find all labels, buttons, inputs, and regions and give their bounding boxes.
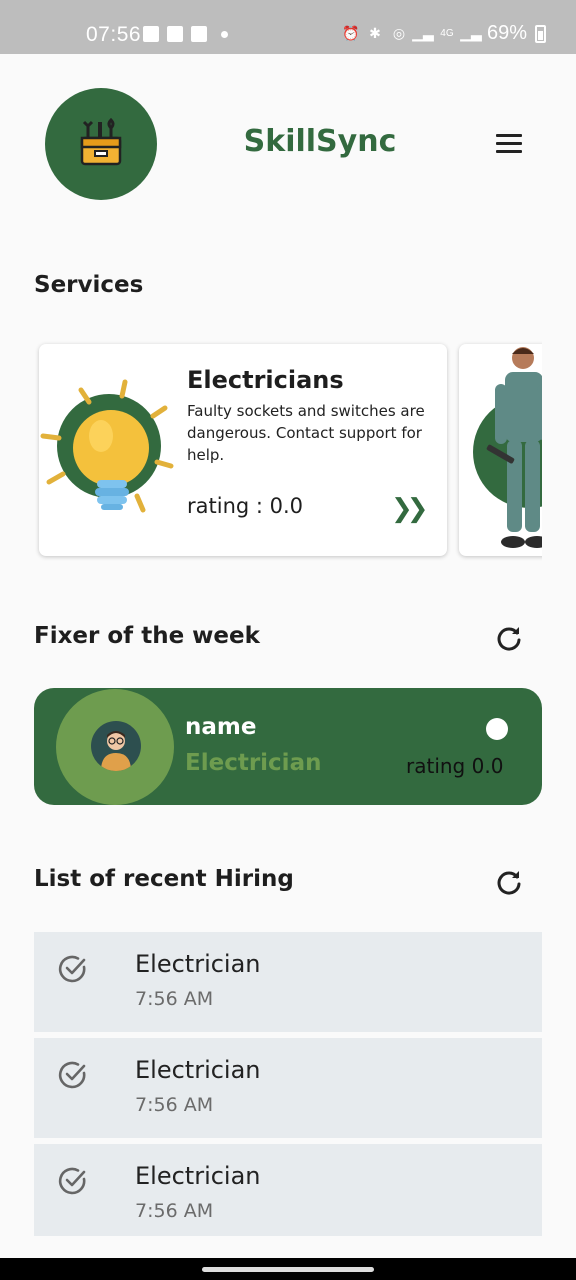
service-name: Electricians <box>187 366 344 394</box>
app-logo <box>45 88 157 200</box>
alarm-icon: ⏰ <box>342 25 360 41</box>
service-card-mechanic[interactable] <box>459 344 542 556</box>
refresh-icon[interactable] <box>495 868 523 896</box>
fixer-of-week-card[interactable]: name Electrician rating 0.0 <box>34 688 542 805</box>
app-notification-icon <box>191 26 207 42</box>
service-card-electricians[interactable]: Electricians Faulty sockets and switches… <box>39 344 447 556</box>
hotspot-icon: ◎ <box>392 25 406 41</box>
hire-title: Electrician <box>135 950 261 978</box>
recent-hiring-title: List of recent Hiring <box>34 866 294 892</box>
person-avatar-icon <box>101 731 131 771</box>
list-item[interactable]: Electrician 7:56 AM <box>34 1038 542 1138</box>
more-notifications-icon <box>221 30 228 38</box>
notification-icons <box>143 26 228 42</box>
fixer-title: Fixer of the week <box>34 623 260 649</box>
system-icons: ⏰ ✱ ◎ ▁▃ 4G ▁▃ 69% <box>342 22 546 45</box>
avatar <box>91 721 141 771</box>
hamburger-menu-icon[interactable] <box>496 134 522 154</box>
battery-percentage: 69% <box>486 22 527 44</box>
check-circle-icon <box>58 1167 86 1195</box>
battery-icon <box>535 24 546 43</box>
hire-time: 7:56 AM <box>135 1094 214 1116</box>
app-title: SkillSync <box>243 124 397 159</box>
check-circle-icon <box>58 955 86 983</box>
service-description: Faulty sockets and switches are dangerou… <box>187 402 425 464</box>
double-chevron-right-icon[interactable]: ❯❯ <box>391 494 428 524</box>
mechanic-person-icon <box>473 347 542 548</box>
fixer-name: name <box>185 714 257 740</box>
system-navigation-bar <box>0 1258 576 1280</box>
check-circle-icon <box>58 1061 86 1089</box>
hire-time: 7:56 AM <box>135 988 214 1010</box>
image-notification-icon <box>143 26 159 42</box>
services-carousel[interactable]: Electricians Faulty sockets and switches… <box>0 340 542 562</box>
service-rating: rating : 0.0 <box>187 494 304 518</box>
fixer-role: Electrician <box>185 750 322 776</box>
folder-notification-icon <box>167 26 183 42</box>
fixer-rating: rating 0.0 <box>406 754 504 778</box>
list-item[interactable]: Electrician 7:56 AM <box>34 932 542 1032</box>
services-title: Services <box>34 272 144 298</box>
list-item[interactable]: Electrician 7:56 AM <box>34 1144 542 1236</box>
hire-title: Electrician <box>135 1056 261 1084</box>
signal-icon-2: ▁▃ <box>460 25 482 41</box>
status-time: 07:56 <box>86 23 142 46</box>
refresh-icon[interactable] <box>495 624 523 652</box>
toolbox-icon <box>80 118 122 166</box>
network-4g-icon: 4G <box>440 28 454 39</box>
bluetooth-icon: ✱ <box>369 25 381 41</box>
home-gesture-handle[interactable] <box>202 1267 374 1272</box>
fixer-status-indicator <box>486 718 508 740</box>
status-bar: 07:56 ⏰ ✱ ◎ ▁▃ 4G ▁▃ 69% <box>0 0 576 54</box>
hire-title: Electrician <box>135 1162 261 1190</box>
signal-icon: ▁▃ <box>412 25 434 41</box>
light-bulb-icon <box>40 379 174 513</box>
hire-time: 7:56 AM <box>135 1200 214 1222</box>
